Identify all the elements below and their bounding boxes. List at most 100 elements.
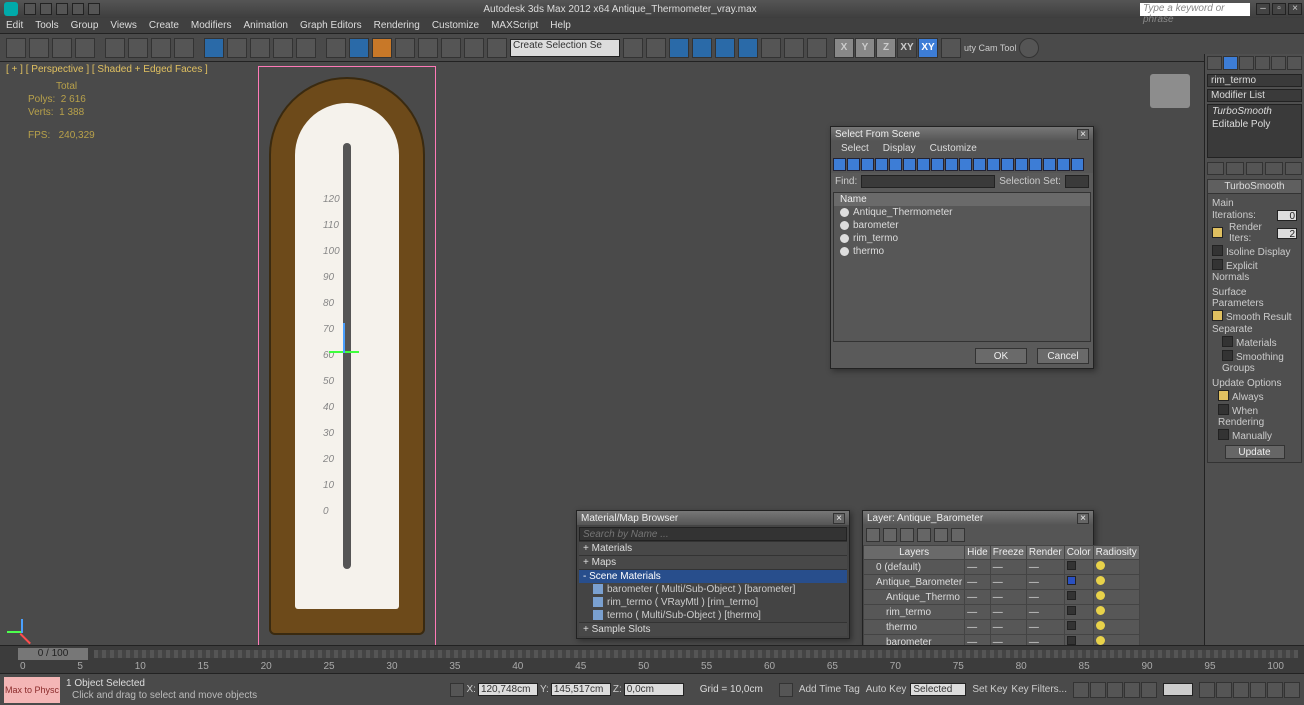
select-object-icon[interactable]: [105, 38, 125, 58]
mmb-close-icon[interactable]: ×: [833, 513, 845, 524]
next-frame-icon[interactable]: [1124, 682, 1140, 698]
sfs-selset-dropdown[interactable]: [1065, 175, 1089, 188]
undo-icon[interactable]: [6, 38, 26, 58]
time-ruler[interactable]: 0510 152025 303540 455055 606570 758085 …: [0, 661, 1304, 673]
layer-hideunhide-icon[interactable]: [951, 528, 965, 542]
menu-modifiers[interactable]: Modifiers: [191, 20, 232, 31]
window-crossing-icon[interactable]: [174, 38, 194, 58]
stack-item[interactable]: Editable Poly: [1208, 118, 1301, 131]
keyfilters-button[interactable]: Key Filters...: [1011, 684, 1067, 695]
menu-create[interactable]: Create: [149, 20, 179, 31]
select-name-icon[interactable]: [128, 38, 148, 58]
mmb-sec-materials[interactable]: + Materials: [579, 541, 847, 555]
mmb-sec-scene[interactable]: - Scene Materials: [579, 569, 847, 583]
percent-snap-icon[interactable]: [395, 38, 415, 58]
sfs-ok-button[interactable]: OK: [975, 348, 1027, 364]
setkey-button[interactable]: Set Key: [972, 684, 1007, 695]
menu-rendering[interactable]: Rendering: [374, 20, 420, 31]
nav-zoom-icon[interactable]: [1216, 682, 1232, 698]
ts-iterations-input[interactable]: 0: [1277, 210, 1297, 221]
manipulate-icon[interactable]: [326, 38, 346, 58]
menu-animation[interactable]: Animation: [243, 20, 287, 31]
ts-materials-check[interactable]: Materials: [1212, 336, 1297, 349]
ts-renderiters-check[interactable]: [1212, 227, 1226, 240]
constraint-xy[interactable]: XY: [897, 38, 917, 58]
layer-manager-icon[interactable]: [623, 38, 643, 58]
layer-row[interactable]: thermo———: [864, 620, 1140, 635]
sfs-filter-icons[interactable]: [831, 156, 1093, 173]
time-slider-handle[interactable]: 0 / 100: [18, 648, 88, 660]
selection-set-dropdown[interactable]: Create Selection Se: [510, 39, 620, 57]
mmb-search-input[interactable]: [579, 527, 847, 541]
rotate-icon[interactable]: [227, 38, 247, 58]
sfs-cancel-button[interactable]: Cancel: [1037, 348, 1089, 364]
ts-renderiters-input[interactable]: 2: [1277, 228, 1297, 239]
coord-y-input[interactable]: 145,517cm: [551, 683, 611, 696]
teapot-icon[interactable]: [784, 38, 804, 58]
constraint-z[interactable]: Z: [876, 38, 896, 58]
layer-row[interactable]: rim_termo———: [864, 605, 1140, 620]
menu-grapheditors[interactable]: Graph Editors: [300, 20, 362, 31]
ts-explicitnormals-check[interactable]: Explicit Normals: [1212, 259, 1297, 283]
layer-row[interactable]: Antique_Barometer———: [864, 575, 1140, 590]
prev-frame-icon[interactable]: [1090, 682, 1106, 698]
nav-pan-icon[interactable]: [1199, 682, 1215, 698]
move-icon[interactable]: [204, 38, 224, 58]
mmb-sec-maps[interactable]: + Maps: [579, 555, 847, 569]
stack-pin-icon[interactable]: [1207, 162, 1224, 175]
material-editor-icon[interactable]: [692, 38, 712, 58]
viewcube[interactable]: [1150, 74, 1190, 108]
layer-close-icon[interactable]: ×: [1077, 513, 1089, 524]
qat-new-icon[interactable]: [24, 3, 36, 15]
ball-icon[interactable]: [1019, 38, 1039, 58]
sfs-tab-customize[interactable]: Customize: [930, 143, 977, 154]
ts-whenrendering-radio[interactable]: When Rendering: [1212, 404, 1297, 428]
maxscript-mini-listener[interactable]: Max to Physc: [4, 677, 60, 703]
sfs-close-icon[interactable]: ×: [1077, 129, 1089, 140]
lock-icon[interactable]: [450, 683, 464, 697]
sfs-tab-display[interactable]: Display: [883, 143, 916, 154]
mmb-item[interactable]: barometer ( Multi/Sub-Object ) [baromete…: [579, 583, 847, 596]
layer-hdr-layers[interactable]: Layers: [864, 546, 965, 560]
menu-customize[interactable]: Customize: [432, 20, 479, 31]
cam-tool-icon[interactable]: [941, 38, 961, 58]
named-selset-icon[interactable]: [441, 38, 461, 58]
time-slider[interactable]: 0 / 100: [0, 645, 1304, 661]
mmb-item[interactable]: termo ( Multi/Sub-Object ) [thermo]: [579, 609, 847, 622]
ts-smoothresult-check[interactable]: Smooth Result: [1212, 310, 1297, 323]
constraint-y[interactable]: Y: [855, 38, 875, 58]
layer-delete-icon[interactable]: [883, 528, 897, 542]
sfs-item[interactable]: rim_termo: [834, 232, 1090, 245]
tab-create-icon[interactable]: [1207, 56, 1222, 70]
menu-help[interactable]: Help: [550, 20, 571, 31]
key-mode-dropdown[interactable]: Selected: [910, 683, 966, 696]
constraint-xy-active[interactable]: XY: [918, 38, 938, 58]
sfs-col-name[interactable]: Name: [834, 193, 1090, 206]
unlink-icon[interactable]: [75, 38, 95, 58]
layer-hdr-radiosity[interactable]: Radiosity: [1093, 546, 1139, 560]
menu-views[interactable]: Views: [110, 20, 137, 31]
curve-editor-icon[interactable]: [646, 38, 666, 58]
scale-icon[interactable]: [250, 38, 270, 58]
tab-display-icon[interactable]: [1271, 56, 1286, 70]
nav-orbit-icon[interactable]: [1267, 682, 1283, 698]
goto-end-icon[interactable]: [1141, 682, 1157, 698]
maximize-button[interactable]: ▫: [1272, 3, 1286, 15]
play-icon[interactable]: [1107, 682, 1123, 698]
add-time-tag[interactable]: Add Time Tag: [799, 684, 860, 695]
layer-row[interactable]: 0 (default)———: [864, 560, 1140, 575]
graphite-icon[interactable]: [807, 38, 827, 58]
app-logo[interactable]: [4, 2, 18, 16]
nav-maximize-icon[interactable]: [1284, 682, 1300, 698]
nav-fov-icon[interactable]: [1250, 682, 1266, 698]
constraint-x[interactable]: X: [834, 38, 854, 58]
sfs-item[interactable]: Antique_Thermometer: [834, 206, 1090, 219]
spinner-snap-icon[interactable]: [418, 38, 438, 58]
layer-highlight-icon[interactable]: [934, 528, 948, 542]
refcoord-icon[interactable]: [273, 38, 293, 58]
stack-config-icon[interactable]: [1285, 162, 1302, 175]
ts-isoline-check[interactable]: Isoline Display: [1212, 245, 1297, 258]
layer-add-icon[interactable]: [900, 528, 914, 542]
tab-hierarchy-icon[interactable]: [1239, 56, 1254, 70]
sfs-item[interactable]: thermo: [834, 245, 1090, 258]
